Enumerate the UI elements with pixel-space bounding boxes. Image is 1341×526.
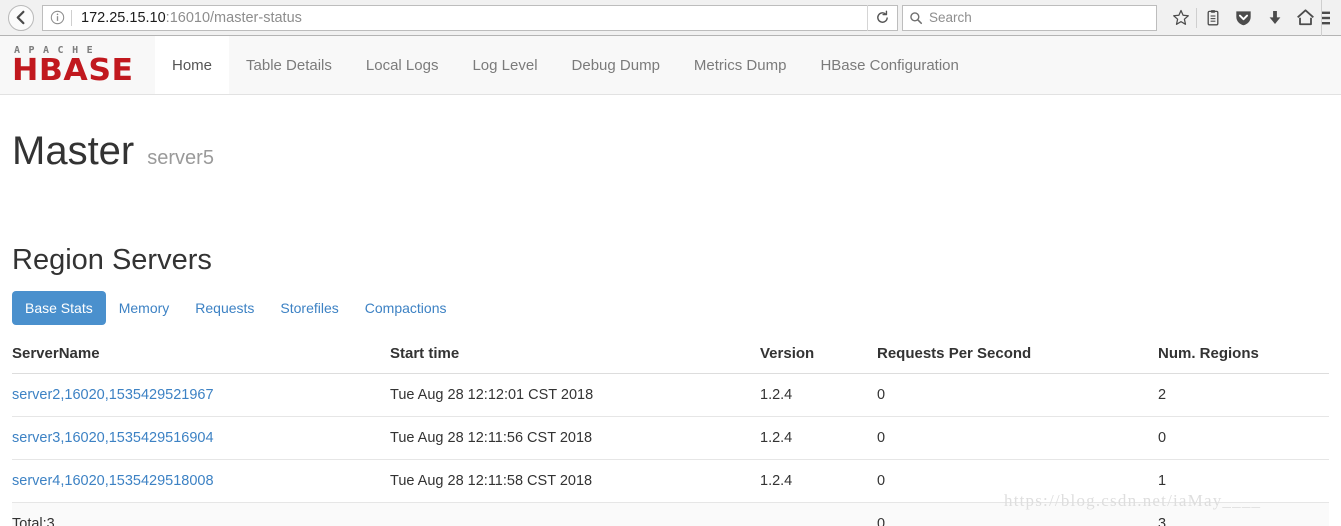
- tab-compactions[interactable]: Compactions: [352, 291, 460, 325]
- master-header: Master server5: [12, 95, 1329, 182]
- page-root: 172.25.15.10:16010/master-status Search: [0, 0, 1341, 526]
- navbar-items: Home Table Details Local Logs Log Level …: [155, 36, 976, 94]
- pocket-shield-icon[interactable]: [1228, 0, 1259, 36]
- cell-num-regions: 1: [1158, 459, 1329, 503]
- server-link[interactable]: server4,16020,1535429518008: [12, 473, 214, 489]
- nav-item-table-details[interactable]: Table Details: [229, 36, 349, 94]
- server-link[interactable]: server3,16020,1535429516904: [12, 430, 214, 446]
- column-header-servername[interactable]: ServerName: [12, 345, 390, 374]
- library-clipboard-icon[interactable]: [1197, 0, 1228, 36]
- url-text: 172.25.15.10:16010/master-status: [72, 10, 867, 26]
- nav-item-home[interactable]: Home: [155, 36, 230, 94]
- search-input[interactable]: Search: [902, 4, 1157, 31]
- nav-item-hbase-configuration[interactable]: HBase Configuration: [803, 36, 975, 94]
- tab-storefiles[interactable]: Storefiles: [267, 291, 351, 325]
- cell-version: 1.2.4: [760, 459, 877, 503]
- cell-num-regions: 0: [1158, 416, 1329, 460]
- page-info-icon[interactable]: [43, 10, 71, 25]
- search-placeholder-text: Search: [929, 10, 972, 25]
- server-link[interactable]: server2,16020,1535429521967: [12, 387, 214, 403]
- url-path: :16010/master-status: [165, 9, 302, 26]
- column-header-version[interactable]: Version: [760, 345, 877, 374]
- nav-item-debug-dump[interactable]: Debug Dump: [555, 36, 677, 94]
- nav-item-log-level[interactable]: Log Level: [455, 36, 554, 94]
- region-servers-title: Region Servers: [12, 244, 212, 276]
- menu-hamburger-icon[interactable]: [1321, 0, 1339, 36]
- back-arrow-icon: [8, 4, 34, 31]
- logo-hbase-text: HBASE: [12, 52, 134, 88]
- tab-requests[interactable]: Requests: [182, 291, 267, 325]
- region-servers-table: ServerName Start time Version Requests P…: [12, 345, 1329, 526]
- cell-start-time: Tue Aug 28 12:11:56 CST 2018: [390, 416, 760, 460]
- table-total-row: Total:3 0 3: [12, 502, 1329, 526]
- column-header-num-regions[interactable]: Num. Regions: [1158, 345, 1329, 374]
- cell-version: 1.2.4: [760, 416, 877, 460]
- cell-total-label: Total:3: [12, 502, 390, 526]
- hbase-navbar: APACHE HBASE Home Table Details Local Lo…: [0, 36, 1341, 95]
- browser-tool-icons: [1165, 0, 1321, 35]
- tab-base-stats[interactable]: Base Stats: [12, 291, 106, 325]
- master-hostname: server5: [147, 147, 214, 169]
- cell-requests-per-second: 0: [877, 459, 1158, 503]
- region-servers-tabs: Base Stats Memory Requests Storefiles Co…: [12, 291, 1329, 325]
- browser-toolbar: 172.25.15.10:16010/master-status Search: [0, 0, 1341, 36]
- url-host: 172.25.15.10: [81, 9, 166, 26]
- cell-num-regions: 2: [1158, 373, 1329, 417]
- bookmark-star-icon[interactable]: [1165, 0, 1196, 36]
- reload-button[interactable]: [867, 4, 897, 31]
- hbase-logo[interactable]: APACHE HBASE: [0, 36, 155, 94]
- cell-version: 1.2.4: [760, 373, 877, 417]
- search-icon: [903, 11, 929, 25]
- cell-requests-per-second: 0: [877, 373, 1158, 417]
- cell-servername: server3,16020,1535429516904: [12, 416, 390, 460]
- cell-start-time: Tue Aug 28 12:12:01 CST 2018: [390, 373, 760, 417]
- table-row: server3,16020,1535429516904 Tue Aug 28 1…: [12, 416, 1329, 460]
- table-row: server2,16020,1535429521967 Tue Aug 28 1…: [12, 373, 1329, 417]
- nav-item-local-logs[interactable]: Local Logs: [349, 36, 456, 94]
- nav-item-metrics-dump[interactable]: Metrics Dump: [677, 36, 804, 94]
- column-header-start-time[interactable]: Start time: [390, 345, 760, 374]
- cell-requests-per-second: 0: [877, 416, 1158, 460]
- cell-total-num-regions: 3: [1158, 502, 1329, 526]
- home-icon[interactable]: [1290, 0, 1321, 36]
- url-bar[interactable]: 172.25.15.10:16010/master-status: [42, 4, 898, 31]
- cell-total-start-time: [390, 502, 760, 526]
- table-row: server4,16020,1535429518008 Tue Aug 28 1…: [12, 459, 1329, 503]
- cell-servername: server4,16020,1535429518008: [12, 459, 390, 503]
- cell-total-requests-per-second: 0: [877, 502, 1158, 526]
- column-header-requests-per-second[interactable]: Requests Per Second: [877, 345, 1158, 374]
- cell-start-time: Tue Aug 28 12:11:58 CST 2018: [390, 459, 760, 503]
- page-title: Master: [12, 129, 135, 173]
- back-button[interactable]: [6, 3, 36, 33]
- cell-total-version: [760, 502, 877, 526]
- cell-servername: server2,16020,1535429521967: [12, 373, 390, 417]
- downloads-icon[interactable]: [1259, 0, 1290, 36]
- main-content: Master server5 Region Servers Base Stats…: [0, 95, 1341, 526]
- table-header-row: ServerName Start time Version Requests P…: [12, 345, 1329, 374]
- tab-memory[interactable]: Memory: [106, 291, 183, 325]
